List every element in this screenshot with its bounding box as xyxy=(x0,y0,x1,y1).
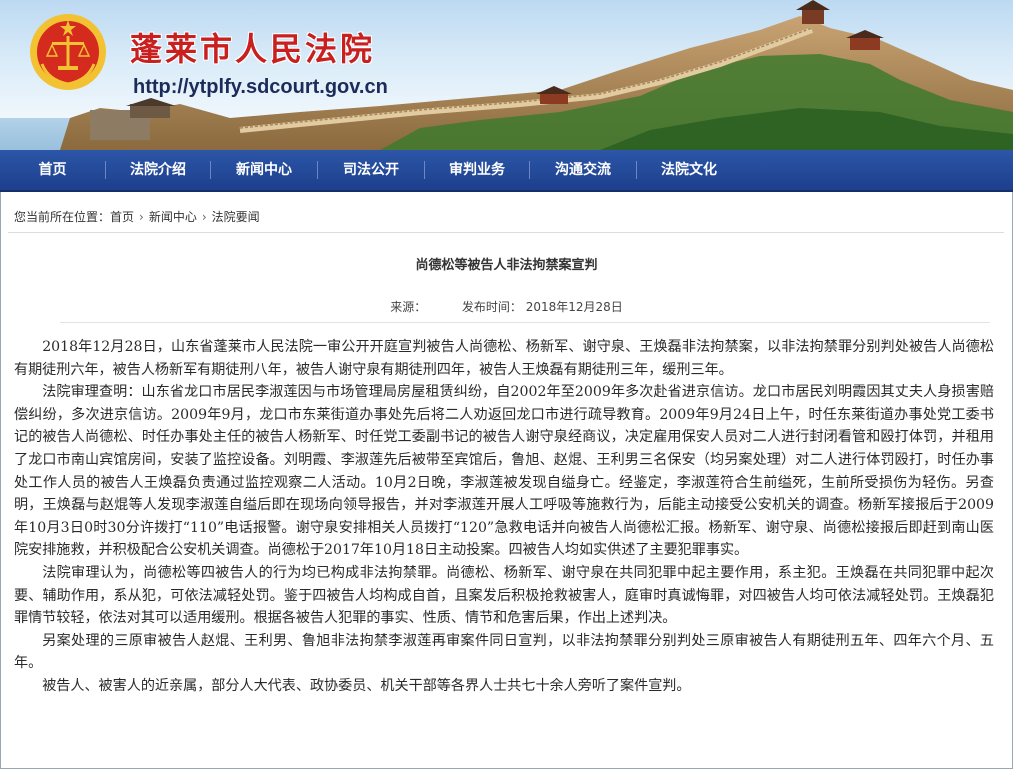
breadcrumb-home-link[interactable]: 首页 xyxy=(110,208,134,225)
breadcrumb: 您当前所在位置： 首页 › 新闻中心 › 法院要闻 xyxy=(14,208,260,225)
breadcrumb-separator: › xyxy=(139,209,144,224)
article-paragraph: 法院审理查明：山东省龙口市居民李淑莲因与市场管理局房屋租赁纠纷，自2002年至2… xyxy=(14,384,994,559)
nav-item-news-center[interactable]: 新闻中心 xyxy=(211,150,317,190)
banner-scenery xyxy=(0,0,1013,150)
nav-item-court-culture[interactable]: 法院文化 xyxy=(637,150,741,190)
nav-item-trial-business[interactable]: 审判业务 xyxy=(425,150,529,190)
breadcrumb-news-center-link[interactable]: 新闻中心 xyxy=(149,208,197,225)
meta-divider xyxy=(60,322,990,323)
breadcrumb-divider xyxy=(8,232,1004,233)
nav-item-communication[interactable]: 沟通交流 xyxy=(530,150,636,190)
article-body: 2018年12月28日，山东省蓬莱市人民法院一审公开开庭宣判被告人尚德松、杨新军… xyxy=(14,336,994,698)
breadcrumb-separator: › xyxy=(201,209,207,224)
article-date: 2018年12月28日 xyxy=(525,300,623,314)
site-url: http://ytplfy.sdcourt.gov.cn xyxy=(133,76,388,98)
nav-item-judicial-openness[interactable]: 司法公开 xyxy=(318,150,424,190)
nav-item-court-intro[interactable]: 法院介绍 xyxy=(106,150,210,190)
article-source-label: 来源： xyxy=(390,300,427,314)
court-emblem-icon xyxy=(28,12,108,92)
site-banner: 蓬莱市人民法院 http://ytplfy.sdcourt.gov.cn xyxy=(0,0,1013,150)
article-paragraph: 被告人、被害人的近亲属，部分人大代表、政协委员、机关干部等各界人士共七十余人旁听… xyxy=(42,677,691,694)
breadcrumb-court-news-link[interactable]: 法院要闻 xyxy=(212,208,260,225)
main-nav: 首页 法院介绍 新闻中心 司法公开 审判业务 沟通交流 法院文化 xyxy=(0,150,1013,192)
article-meta: 来源： 发布时间： 2018年12月28日 xyxy=(0,298,1013,315)
breadcrumb-prefix: 您当前所在位置： xyxy=(14,210,111,224)
article-paragraph: 2018年12月28日，山东省蓬莱市人民法院一审公开开庭宣判被告人尚德松、杨新军… xyxy=(14,339,994,378)
article-paragraph: 另案处理的三原审被告人赵焜、王利男、鲁旭非法拘禁李淑莲再审案件同日宣判，以非法拘… xyxy=(14,632,994,672)
site-title: 蓬莱市人民法院 xyxy=(130,30,376,68)
nav-item-home[interactable]: 首页 xyxy=(0,150,105,190)
article-date-label: 发布时间： xyxy=(461,300,522,314)
article-title: 尚德松等被告人非法拘禁案宣判 xyxy=(415,258,598,273)
article-paragraph: 法院审理认为，尚德松等四被告人的行为均已构成非法拘禁罪。尚德松、杨新军、谢守泉在… xyxy=(14,564,994,627)
